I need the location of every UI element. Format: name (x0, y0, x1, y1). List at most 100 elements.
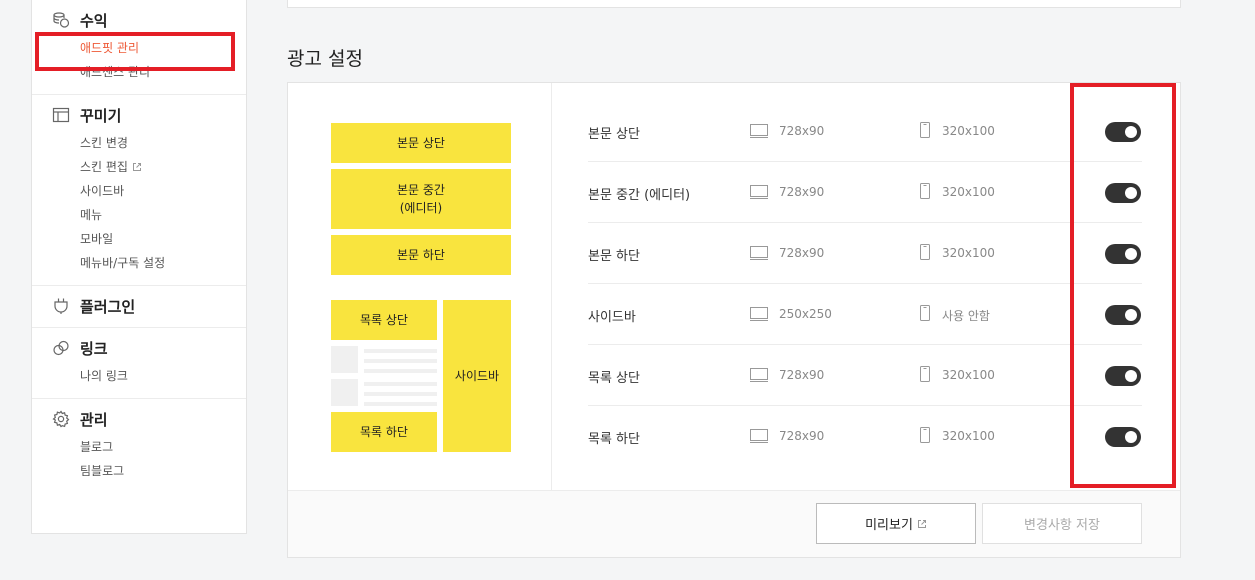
nav-title: 수익 (80, 11, 108, 30)
slot-name: 사이드바 (588, 310, 636, 325)
nav-item-team-blog[interactable]: 팀블로그 (80, 459, 246, 483)
slot-toggle-list-top[interactable] (1105, 366, 1141, 386)
nav-title: 꾸미기 (80, 106, 122, 125)
preview-block-top: 본문 상단 (331, 123, 511, 163)
nav-section-design: 꾸미기 스킨 변경 스킨 편집 사이드바 메뉴 모바일 메뉴바/구독 설정 (32, 95, 246, 286)
monitor-icon (749, 367, 769, 387)
slot-row-middle: 본문 중간 (에디터) 728x90 320x100 (588, 162, 1142, 223)
nav-item-mobile[interactable]: 모바일 (80, 227, 246, 251)
slot-toggle-sidebar[interactable] (1105, 305, 1141, 325)
sidebar: 수익 애드핏 관리 애드센스 관리 꾸미기 스킨 변경 스킨 편집 사이드바 메… (31, 0, 247, 534)
link-icon (51, 338, 71, 358)
nav-item-adsense[interactable]: 애드센스 관리 (80, 60, 246, 84)
nav-item-skin-change[interactable]: 스킨 변경 (80, 131, 246, 155)
ad-layout-preview: 본문 상단 본문 중간 (에디터) 본문 하단 목록 상단 목록 하단 사이드바 (288, 83, 552, 491)
placeholder-line (364, 392, 437, 396)
monitor-icon (749, 245, 769, 265)
nav-section-revenue: 수익 애드핏 관리 애드센스 관리 (32, 0, 246, 95)
nav-sub-list: 블로그 팀블로그 (32, 435, 246, 483)
slot-name: 목록 하단 (588, 432, 640, 447)
save-changes-button[interactable]: 변경사항 저장 (982, 503, 1142, 544)
toggle-knob (1125, 370, 1137, 382)
mobile-size: 320x100 (942, 124, 995, 138)
pc-size: 728x90 (779, 124, 825, 138)
mobile-icon (918, 182, 932, 204)
nav-section-link: 링크 나의 링크 (32, 328, 246, 399)
nav-title: 관리 (80, 410, 108, 429)
nav-sub-list: 스킨 변경 스킨 편집 사이드바 메뉴 모바일 메뉴바/구독 설정 (32, 131, 246, 275)
placeholder-thumb (331, 346, 358, 373)
nav-head-design[interactable]: 꾸미기 (32, 104, 246, 126)
slot-row-list-top: 목록 상단 728x90 320x100 (588, 345, 1142, 406)
preview-block-sidebar: 사이드바 (443, 300, 511, 452)
slot-row-sidebar: 사이드바 250x250 사용 안함 (588, 284, 1142, 345)
pc-size: 250x250 (779, 307, 832, 321)
pc-size: 728x90 (779, 429, 825, 443)
external-link-icon (132, 162, 142, 172)
monitor-icon (749, 306, 769, 326)
nav-sub-list: 나의 링크 (32, 364, 246, 388)
toggle-knob (1125, 126, 1137, 138)
slot-toggle-bottom[interactable] (1105, 244, 1141, 264)
gear-icon (51, 409, 71, 429)
section-title: 광고 설정 (287, 48, 363, 70)
slot-row-top: 본문 상단 728x90 320x100 (588, 101, 1142, 162)
slot-name: 목록 상단 (588, 371, 640, 386)
nav-head-revenue[interactable]: 수익 (32, 9, 246, 31)
placeholder-line (364, 349, 437, 353)
toggle-knob (1125, 431, 1137, 443)
slot-row-list-bottom: 목록 하단 728x90 320x100 (588, 406, 1142, 467)
preview-block-list-top: 목록 상단 (331, 300, 437, 340)
nav-item-menu[interactable]: 메뉴 (80, 203, 246, 227)
slot-name: 본문 중간 (에디터) (588, 188, 691, 203)
preview-block-list-bottom: 목록 하단 (331, 412, 437, 452)
monitor-icon (749, 184, 769, 204)
nav-head-link[interactable]: 링크 (32, 337, 246, 359)
plug-icon (51, 296, 71, 316)
preview-button[interactable]: 미리보기 (816, 503, 976, 544)
placeholder-line (364, 359, 437, 363)
toggle-knob (1125, 309, 1137, 321)
nav-section-manage: 관리 블로그 팀블로그 (32, 399, 246, 493)
nav-item-adfit[interactable]: 애드핏 관리 (80, 36, 246, 60)
coins-icon (51, 10, 71, 30)
mobile-size: 320x100 (942, 368, 995, 382)
panel-footer: 미리보기 변경사항 저장 (288, 490, 1180, 557)
mobile-icon (918, 426, 932, 448)
mobile-size: 사용 안함 (942, 309, 990, 323)
nav-section-plugin: 플러그인 (32, 286, 246, 328)
mobile-icon (918, 243, 932, 265)
nav-head-manage[interactable]: 관리 (32, 408, 246, 430)
mobile-icon (918, 121, 932, 143)
slot-name: 본문 상단 (588, 127, 640, 142)
preview-middle-line1: 본문 중간 (397, 183, 445, 197)
toggle-knob (1125, 248, 1137, 260)
nav-item-my-links[interactable]: 나의 링크 (80, 364, 246, 388)
nav-sub-list: 애드핏 관리 애드센스 관리 (32, 36, 246, 84)
external-link-icon (917, 519, 927, 529)
slot-toggle-top[interactable] (1105, 122, 1141, 142)
ad-slot-list: 본문 상단 728x90 320x100 본문 중간 (에디터) 728x90 … (588, 101, 1142, 467)
slot-row-bottom: 본문 하단 728x90 320x100 (588, 223, 1142, 284)
mobile-size: 320x100 (942, 185, 995, 199)
pc-size: 728x90 (779, 185, 825, 199)
nav-item-skin-edit[interactable]: 스킨 편집 (80, 155, 246, 179)
nav-item-sidebar[interactable]: 사이드바 (80, 179, 246, 203)
nav-title: 링크 (80, 339, 108, 358)
monitor-icon (749, 428, 769, 448)
slot-toggle-list-bottom[interactable] (1105, 427, 1141, 447)
placeholder-line (364, 402, 437, 406)
toggle-knob (1125, 187, 1137, 199)
placeholder-thumb (331, 379, 358, 406)
pc-size: 728x90 (779, 246, 825, 260)
nav-item-blog[interactable]: 블로그 (80, 435, 246, 459)
nav-item-menubar[interactable]: 메뉴바/구독 설정 (80, 251, 246, 275)
nav-head-plugin[interactable]: 플러그인 (32, 295, 246, 317)
preview-button-label: 미리보기 (865, 518, 913, 533)
placeholder-line (364, 382, 437, 386)
previous-card (287, 0, 1181, 8)
slot-toggle-middle[interactable] (1105, 183, 1141, 203)
mobile-icon (918, 304, 932, 326)
placeholder-line (364, 369, 437, 373)
layout-icon (51, 105, 71, 125)
